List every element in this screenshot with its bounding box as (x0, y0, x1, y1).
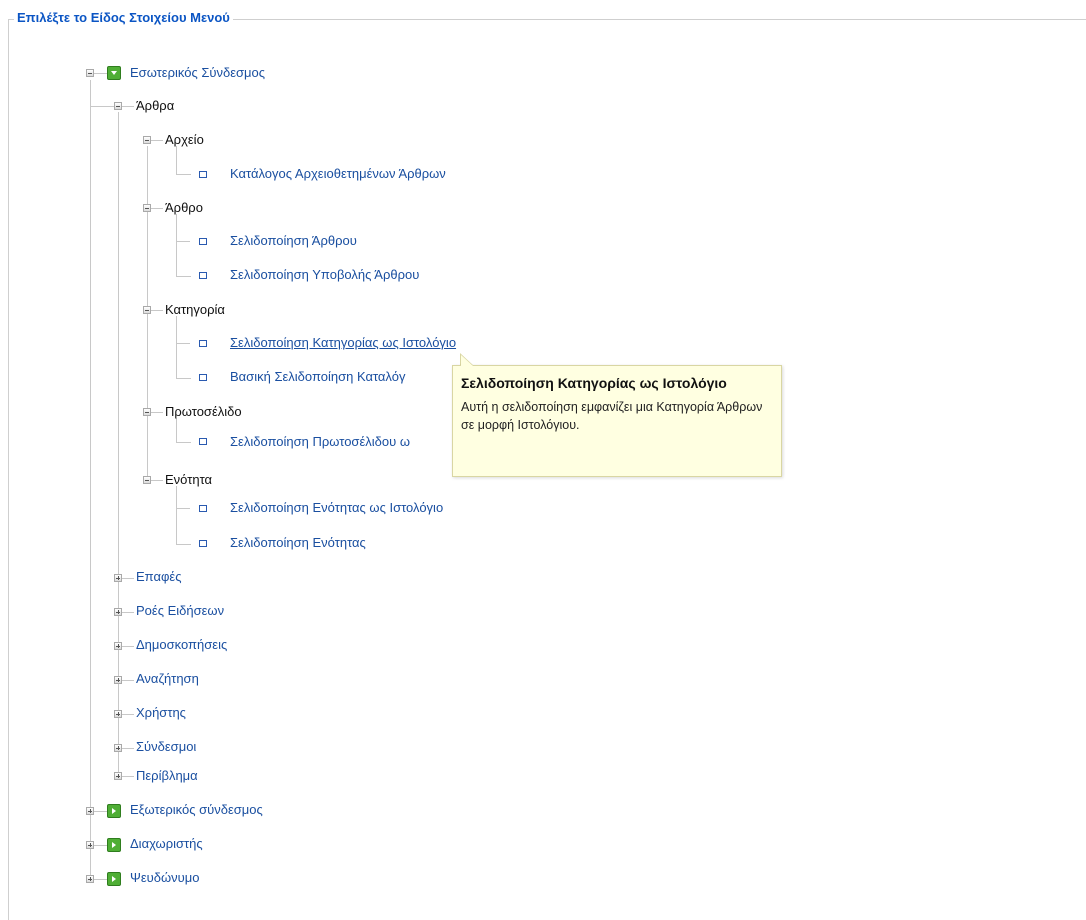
tree-line (122, 748, 134, 749)
collapse-toggle-icon[interactable] (143, 408, 151, 416)
tree-line (122, 578, 134, 579)
square-bullet-icon (199, 540, 207, 547)
square-bullet-icon (199, 272, 207, 279)
tree-item-category[interactable]: Κατηγορία (165, 300, 225, 320)
square-bullet-icon (199, 438, 207, 445)
tree-line (176, 266, 191, 277)
tree-item-contacts[interactable]: Επαφές (136, 567, 181, 587)
tree-line (122, 680, 134, 681)
tree-item-search[interactable]: Αναζήτηση (136, 669, 199, 689)
tree-line (176, 432, 191, 443)
tree-line (94, 845, 108, 846)
tree-line (151, 208, 163, 209)
tooltip-title: Σελιδοποίηση Κατηγορίας ως Ιστολόγιο (461, 375, 727, 391)
tree-item-polls[interactable]: Δημοσκοπήσεις (136, 635, 227, 655)
tree-item-wrapper[interactable]: Περίβλημα (136, 766, 198, 786)
tree-line (176, 508, 190, 509)
tooltip-body: Αυτή η σελιδοποίηση εμφανίζει μια Κατηγο… (461, 400, 763, 432)
tree-line (122, 776, 134, 777)
collapse-toggle-icon[interactable] (143, 476, 151, 484)
tooltip: Σελιδοποίηση Κατηγορίας ως Ιστολόγιο Αυτ… (452, 365, 782, 477)
tree-item-internal-link[interactable]: Εσωτερικός Σύνδεσμος (130, 63, 265, 83)
menu-type-arrow-icon[interactable] (107, 838, 121, 852)
tree-item-weblinks[interactable]: Σύνδεσμοι (136, 737, 196, 757)
square-bullet-icon (199, 505, 207, 512)
collapse-toggle-icon[interactable] (114, 102, 122, 110)
tree-item-article[interactable]: Άρθρο (165, 198, 203, 218)
tree-item-archive-list[interactable]: Κατάλογος Αρχειοθετημένων Άρθρων (230, 164, 446, 184)
tree-item-separator[interactable]: Διαχωριστής (130, 834, 203, 854)
tree-line (176, 343, 190, 344)
tree-line (94, 811, 108, 812)
fieldset-legend: Επιλέξτε το Είδος Στοιχείου Μενού (14, 10, 233, 25)
tree-line (151, 480, 163, 481)
collapse-toggle-icon[interactable] (143, 204, 151, 212)
expand-toggle-icon[interactable] (86, 841, 94, 849)
tree-line (151, 310, 163, 311)
tree-line (151, 412, 163, 413)
tree-item-section-layout[interactable]: Σελιδοποίηση Ενότητας (230, 533, 366, 553)
expand-toggle-icon[interactable] (114, 676, 122, 684)
tree-line (94, 879, 108, 880)
tooltip-pointer-fill (461, 355, 473, 366)
tree-line (176, 164, 191, 175)
expand-toggle-icon[interactable] (114, 608, 122, 616)
tree-line (122, 612, 134, 613)
tree-item-alias[interactable]: Ψευδώνυμο (130, 868, 199, 888)
collapse-toggle-icon[interactable] (143, 306, 151, 314)
tree-item-frontpage-blog[interactable]: Σελιδοποίηση Πρωτοσέλιδου ω (230, 432, 410, 452)
square-bullet-icon (199, 340, 207, 347)
tree-item-article-layout[interactable]: Σελιδοποίηση Άρθρου (230, 231, 357, 251)
expand-toggle-icon[interactable] (114, 710, 122, 718)
tree-line (122, 714, 134, 715)
tree-line (176, 368, 191, 379)
tree-line (151, 140, 163, 141)
square-bullet-icon (199, 238, 207, 245)
menu-type-expand-icon[interactable] (107, 66, 121, 80)
tree-item-section-blog[interactable]: Σελιδοποίηση Ενότητας ως Ιστολόγιο (230, 498, 443, 518)
tree-item-newsfeeds[interactable]: Ροές Ειδήσεων (136, 601, 224, 621)
collapse-toggle-icon[interactable] (143, 136, 151, 144)
tree-item-category-blog[interactable]: Σελιδοποίηση Κατηγορίας ως Ιστολόγιο (230, 333, 456, 353)
tree-line (122, 106, 134, 107)
expand-toggle-icon[interactable] (114, 772, 122, 780)
tree-line (90, 80, 91, 880)
expand-toggle-icon[interactable] (114, 744, 122, 752)
tree-item-user[interactable]: Χρήστης (136, 703, 186, 723)
tree-item-category-list[interactable]: Βασική Σελιδοποίηση Καταλόγ (230, 367, 405, 387)
tree-item-frontpage[interactable]: Πρωτοσέλιδο (165, 402, 242, 422)
collapse-toggle-icon[interactable] (86, 69, 94, 77)
expand-toggle-icon[interactable] (114, 574, 122, 582)
tree-item-section[interactable]: Ενότητα (165, 470, 212, 490)
menu-type-arrow-icon[interactable] (107, 872, 121, 886)
expand-toggle-icon[interactable] (86, 807, 94, 815)
tree-item-article-submit[interactable]: Σελιδοποίηση Υποβολής Άρθρου (230, 265, 419, 285)
tree-line (122, 646, 134, 647)
square-bullet-icon (199, 171, 207, 178)
square-bullet-icon (199, 374, 207, 381)
menu-type-arrow-icon[interactable] (107, 804, 121, 818)
tree-item-external-link[interactable]: Εξωτερικός σύνδεσμος (130, 800, 263, 820)
tree-line (176, 241, 190, 242)
tree-item-articles[interactable]: Άρθρα (136, 96, 174, 116)
tree-item-archive[interactable]: Αρχείο (165, 130, 204, 150)
expand-toggle-icon[interactable] (114, 642, 122, 650)
expand-toggle-icon[interactable] (86, 875, 94, 883)
tree-line (176, 534, 191, 545)
